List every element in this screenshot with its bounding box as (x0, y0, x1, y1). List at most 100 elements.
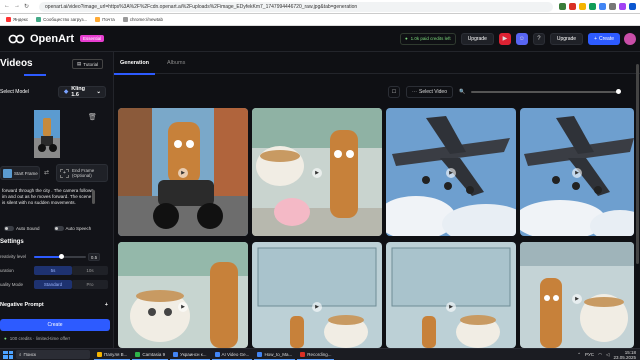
credits-indicator[interactable]: ● 1.0k paid credits left (399, 32, 456, 45)
video-card[interactable]: ▶ (386, 242, 516, 348)
youtube-icon[interactable]: ▶ (498, 32, 511, 45)
duration-option-5s[interactable]: 5s (34, 266, 72, 275)
plus-icon: + (104, 302, 108, 308)
gallery-toolbar: □ ⋯ Select Video 🔍 (388, 86, 638, 98)
creativity-slider-handle[interactable] (59, 254, 64, 259)
start-frame-label: Start Frame (14, 170, 38, 176)
forward-icon[interactable]: → (14, 3, 20, 10)
video-card[interactable]: ▶ (520, 108, 634, 236)
extension-icon[interactable] (629, 3, 636, 10)
os-taskbar: ⌕ Поиск Папуля В... Camtasia 9 Украинсн к… (0, 348, 640, 360)
gallery-scrollbar[interactable] (636, 64, 639, 264)
toggle-switch[interactable] (53, 225, 64, 231)
video-card[interactable]: ▶ (252, 108, 382, 236)
zoom-icon: 🔍 (458, 89, 466, 95)
video-card[interactable]: ▶ (118, 242, 248, 348)
extension-icon[interactable] (589, 3, 596, 10)
play-icon[interactable]: ▶ (446, 168, 456, 178)
create-video-button[interactable]: Create (0, 319, 110, 331)
brand-logo[interactable]: OpenArt Essential (0, 33, 105, 45)
chrome-icon (257, 351, 263, 357)
keyboard-language[interactable]: РУС (585, 352, 594, 357)
trash-icon[interactable]: 🗑 (88, 113, 97, 121)
duration-option-10s[interactable]: 10s (72, 266, 108, 275)
prompt-textarea[interactable]: forward through the city . The camera fo… (0, 188, 100, 218)
chrome-icon (214, 351, 220, 357)
prompt-line: is silent with no sudden movements. (2, 200, 76, 206)
taskbar-app[interactable]: Папуля В... (94, 350, 131, 360)
toggle-switch[interactable] (4, 225, 14, 231)
volume-icon[interactable]: ◁ (606, 352, 609, 358)
taskbar-search[interactable]: ⌕ Поиск (16, 350, 90, 359)
taskbar-app[interactable]: AI Video Ge... (211, 350, 253, 360)
model-select[interactable]: ◆ Kling 1.6 ⌄ (58, 86, 106, 98)
bookmark-item[interactable]: Яндекс (6, 17, 28, 22)
video-card[interactable]: ▶ (118, 108, 248, 236)
kling-icon: ◆ (64, 89, 69, 95)
video-card[interactable]: ▶ (520, 242, 634, 348)
taskbar-app-label: AI Video Ge... (221, 351, 250, 357)
play-icon[interactable]: ▶ (312, 302, 322, 312)
url-field[interactable]: openart.ai/video?image_url=https%3A%2F%2… (39, 1, 553, 12)
coin-icon: ● (4, 335, 7, 341)
play-icon[interactable]: ▶ (572, 168, 582, 178)
extension-icon[interactable] (579, 3, 586, 10)
negative-prompt-toggle[interactable]: Negative Prompt + (0, 300, 108, 310)
upgrade-button[interactable]: Upgrade (460, 32, 494, 45)
help-icon[interactable]: ? (532, 32, 545, 45)
windows-start-icon[interactable] (3, 350, 13, 359)
back-icon[interactable]: ← (4, 3, 10, 10)
bookmark-item[interactable]: Cообщество загруз... (36, 17, 87, 22)
folder-icon (97, 351, 102, 357)
tutorial-button[interactable]: ▤ Tutorial (72, 59, 104, 69)
video-card[interactable]: ▶ (252, 242, 382, 348)
tab-generation[interactable]: Generation (113, 60, 156, 75)
swap-icon[interactable]: ⇄ (44, 169, 49, 176)
play-icon[interactable]: ▶ (178, 168, 188, 178)
select-icon: ⋯ (412, 89, 417, 95)
browser-nav-buttons[interactable]: ← → ↻ (0, 3, 33, 10)
tray-up-icon[interactable]: ⌃ (577, 352, 581, 358)
play-icon[interactable]: ▶ (312, 168, 322, 178)
play-icon[interactable]: ▶ (178, 302, 188, 312)
bookmark-item[interactable]: chrome://newtab (122, 17, 163, 22)
creativity-label: reativity level (0, 254, 27, 259)
avatar[interactable] (624, 32, 636, 45)
upgrade-button-secondary[interactable]: Upgrade (549, 32, 584, 45)
tab-albums[interactable]: Albums (167, 60, 185, 66)
select-video-button[interactable]: ⋯ Select Video (406, 86, 453, 98)
play-icon[interactable]: ▶ (446, 302, 456, 312)
taskbar-app-label: Camtasia 9 (142, 351, 166, 357)
start-frame-button[interactable]: Start Frame (0, 166, 40, 180)
discord-icon[interactable]: ☺ (515, 32, 528, 45)
extension-icon[interactable] (619, 3, 626, 10)
taskbar-app-label: Украинсн к... (180, 351, 207, 357)
frame-thumb-icon (3, 168, 12, 178)
extension-icon[interactable] (569, 3, 576, 10)
quality-option-standard[interactable]: Standard (34, 280, 72, 289)
taskbar-app-label: Recording... (307, 351, 332, 357)
create-button[interactable]: + Create (588, 32, 620, 45)
wifi-icon[interactable]: ◠ (598, 352, 602, 358)
start-frame-thumbnail[interactable] (34, 110, 60, 158)
extension-icon[interactable] (609, 3, 616, 10)
extension-icon[interactable] (559, 3, 566, 10)
video-card[interactable]: ▶ (386, 108, 516, 236)
play-icon[interactable]: ▶ (572, 294, 582, 304)
end-frame-button[interactable]: + End Frame (Optional) (56, 164, 108, 182)
checkbox-icon[interactable]: □ (388, 86, 400, 98)
auto-speech-toggle[interactable]: Auto Speech (53, 225, 91, 231)
taskbar-app[interactable]: How_to_Ma... (254, 350, 296, 360)
clock[interactable]: 15:18 23.05.2025 (613, 350, 636, 360)
zoom-slider[interactable] (471, 89, 622, 94)
auto-sound-toggle[interactable]: Auto Sound (4, 225, 40, 231)
prompt-scrollbar[interactable] (92, 190, 95, 204)
taskbar-app[interactable]: Recording... (297, 350, 335, 360)
taskbar-app[interactable]: Украинсн к... (170, 350, 210, 360)
taskbar-app[interactable]: Camtasia 9 (132, 350, 169, 360)
bookmark-item[interactable]: Почта (95, 17, 115, 22)
creativity-value[interactable]: 0.5 (88, 253, 100, 261)
quality-option-pro[interactable]: Pro (72, 280, 108, 289)
extension-icon[interactable] (599, 3, 606, 10)
reload-icon[interactable]: ↻ (24, 3, 29, 10)
